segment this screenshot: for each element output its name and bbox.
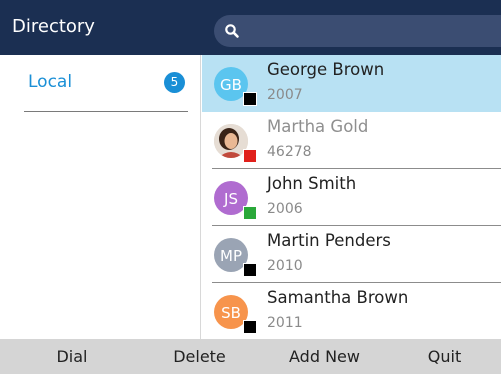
- presence-status-icon: [243, 206, 257, 220]
- search-input[interactable]: [214, 15, 501, 47]
- contact-list: GB George Brown 2007 Martha Gold 46278 J…: [202, 55, 501, 339]
- header-bar: Directory: [0, 0, 501, 55]
- softkey-bar: Dial Delete Add New Quit: [0, 339, 501, 374]
- contact-name: Martin Penders: [267, 231, 391, 250]
- presence-status-icon: [243, 320, 257, 334]
- contact-number: 2011: [267, 315, 303, 331]
- contact-name: Samantha Brown: [267, 288, 409, 307]
- contact-number: 46278: [267, 144, 312, 160]
- contact-row[interactable]: GB George Brown 2007: [202, 55, 501, 112]
- add-new-button[interactable]: Add New: [262, 339, 387, 374]
- presence-status-icon: [243, 149, 257, 163]
- contact-row[interactable]: JS John Smith 2006: [202, 169, 501, 226]
- contact-number: 2006: [267, 201, 303, 217]
- sidebar-item-local[interactable]: Local 5: [24, 55, 188, 112]
- contact-name: George Brown: [267, 60, 385, 79]
- contact-row[interactable]: SB Samantha Brown 2011: [202, 283, 501, 339]
- phone-screen: Directory Local 5 GB George Brown 2007 M…: [0, 0, 501, 374]
- dial-button[interactable]: Dial: [12, 339, 132, 374]
- delete-button[interactable]: Delete: [137, 339, 262, 374]
- contact-number: 2010: [267, 258, 303, 274]
- quit-button[interactable]: Quit: [388, 339, 501, 374]
- contact-name: Martha Gold: [267, 117, 369, 136]
- count-badge: 5: [164, 72, 185, 93]
- contact-row[interactable]: MP Martin Penders 2010: [202, 226, 501, 283]
- presence-status-icon: [243, 92, 257, 106]
- page-title: Directory: [12, 16, 95, 37]
- presence-status-icon: [243, 263, 257, 277]
- contact-name: John Smith: [267, 174, 357, 193]
- directory-sidebar: Local 5: [0, 55, 201, 339]
- search-icon: [225, 24, 239, 38]
- sidebar-item-label: Local: [28, 72, 73, 92]
- contact-number: 2007: [267, 87, 303, 103]
- contact-row[interactable]: Martha Gold 46278: [202, 112, 501, 169]
